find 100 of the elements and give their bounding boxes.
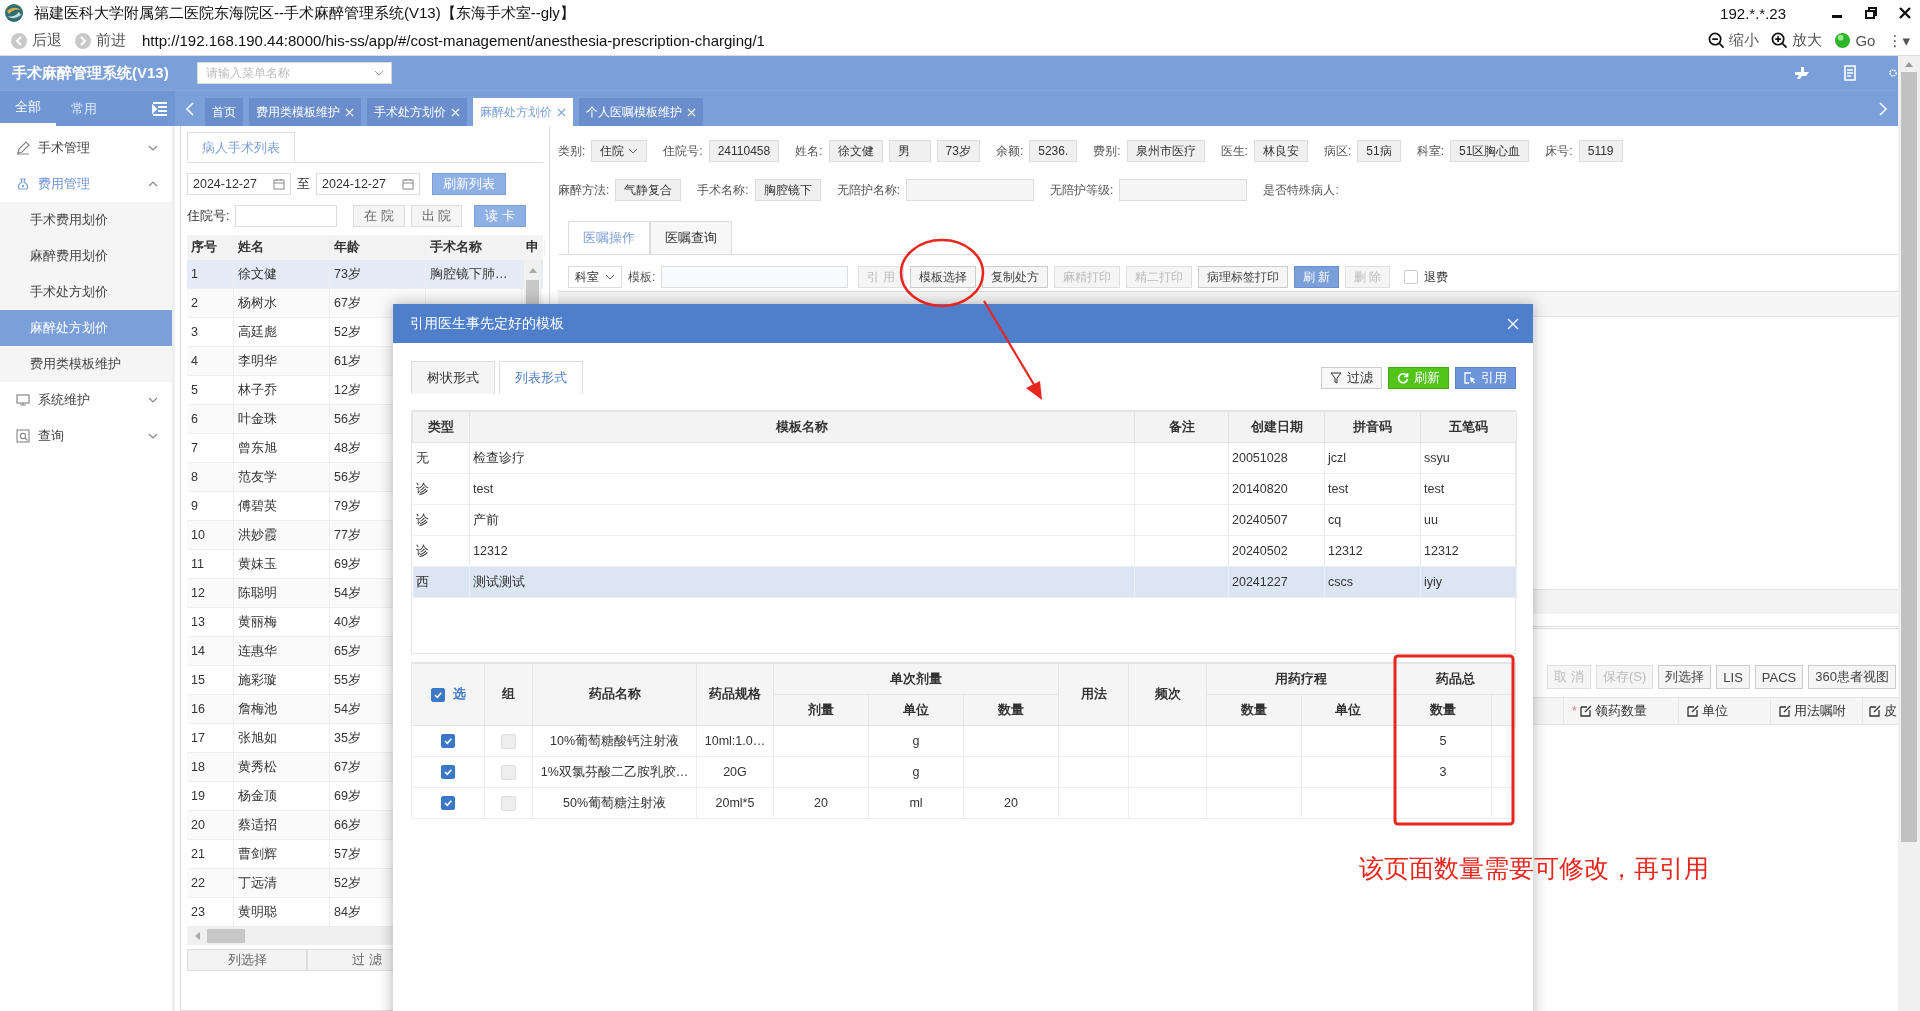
- table-cell: 杨金顶: [238, 787, 277, 805]
- sidebar-label: 系统维护: [38, 391, 91, 409]
- column-header: 药品规格: [709, 687, 761, 701]
- column-header: 皮: [1884, 702, 1897, 720]
- field-value: 泉州市医疗: [1126, 140, 1205, 162]
- column-header: 姓名: [234, 239, 330, 256]
- table-cell: 张旭如: [238, 729, 277, 747]
- column-header: 用法嘱咐: [1794, 702, 1846, 720]
- table-cell: 20140820: [1232, 482, 1288, 496]
- table-cell: 黄秀松: [238, 758, 277, 776]
- table-cell: iyiy: [1424, 575, 1443, 589]
- field-label: 无陪护等级:: [1050, 181, 1114, 199]
- table-cell: cq: [1328, 513, 1342, 527]
- column-group-header: 用药疗程: [1274, 671, 1327, 686]
- window-title: 福建医科大学附属第二医院东海院区--手术麻醉管理系统(V13)【东海手术室--gly】: [34, 3, 575, 23]
- field-value: 51病: [1357, 140, 1401, 162]
- table-cell: 3: [1439, 765, 1447, 779]
- field-label: 余额:: [995, 142, 1024, 160]
- column-header: 用法: [1080, 687, 1107, 701]
- table-cell: 48岁: [334, 439, 361, 457]
- checkbox-label: 退费: [1424, 268, 1449, 286]
- table-cell: 67岁: [334, 758, 361, 776]
- column-header: 单位: [903, 702, 929, 717]
- field-label: 费别:: [1093, 142, 1121, 160]
- table-cell: test: [1424, 482, 1445, 496]
- table-cell: 69岁: [334, 555, 361, 573]
- column-header: 年龄: [330, 239, 426, 256]
- template-label: 模板:: [628, 268, 656, 286]
- table-cell: g: [912, 734, 920, 748]
- field-label: 无陪护名称:: [836, 181, 901, 199]
- table-cell: 范友学: [238, 468, 277, 486]
- field-value: 24110458: [708, 140, 780, 162]
- column-header: 药品名称: [588, 687, 641, 701]
- table-cell: 54岁: [334, 700, 361, 718]
- sidebar-label: 查询: [38, 427, 65, 445]
- table-cell: 20051028: [1232, 451, 1288, 465]
- field-label: 住院号:: [663, 142, 703, 160]
- field-label: 床号:: [1545, 142, 1573, 160]
- table-cell: 13: [191, 615, 205, 629]
- table-cell: 7: [191, 441, 198, 455]
- table-cell: 10ml:1.0…: [704, 734, 766, 748]
- table-cell: 2: [191, 296, 198, 310]
- table-cell: 黄妹玉: [238, 555, 277, 573]
- field-label: 类别:: [558, 142, 586, 160]
- column-header: 申: [522, 239, 545, 256]
- field-value: 5119: [1578, 140, 1623, 162]
- table-cell: 詹梅池: [238, 700, 277, 718]
- field-value: 徐文健: [828, 140, 883, 162]
- table-cell: 无: [415, 450, 429, 465]
- field-value: 林良安: [1253, 140, 1308, 162]
- table-cell: 5: [191, 383, 198, 397]
- table-cell: 73岁: [334, 265, 361, 283]
- column-header: 数量: [998, 702, 1024, 717]
- table-cell: test: [1328, 482, 1349, 496]
- column-header: 备注: [1134, 411, 1229, 443]
- column-header: 数量: [1241, 702, 1267, 717]
- table-cell: 黄丽梅: [238, 613, 277, 631]
- table-cell: 12312: [1328, 544, 1363, 558]
- table-cell: 12312: [1424, 544, 1459, 558]
- table-cell: 77岁: [334, 526, 361, 544]
- table-cell: 11: [191, 557, 204, 571]
- table-cell: 杨树水: [238, 294, 277, 312]
- table-cell: 20240507: [1232, 513, 1288, 527]
- sidebar-label: 手术管理: [38, 139, 91, 157]
- table-cell: 3: [191, 325, 198, 339]
- column-group-header: 药品总: [1435, 671, 1475, 686]
- table-cell: jczl: [1328, 451, 1347, 465]
- table-cell: 检查诊疗: [473, 450, 525, 465]
- table-cell: 20ml*5: [715, 796, 755, 810]
- table-cell: 67岁: [334, 294, 361, 312]
- field-value: 73岁: [936, 140, 980, 162]
- table-cell: 22: [191, 876, 205, 890]
- column-header: 创建日期: [1228, 411, 1325, 443]
- table-cell: 84岁: [334, 903, 361, 921]
- table-cell: g: [912, 765, 920, 779]
- field-label: 麻醉方法:: [558, 181, 610, 199]
- date-separator: 至: [297, 175, 310, 193]
- table-cell: 10: [191, 528, 205, 542]
- table-cell: 傅碧英: [238, 497, 277, 515]
- table-cell: 曾东旭: [238, 439, 277, 457]
- column-header: 单位: [1335, 702, 1361, 717]
- table-cell: 15: [191, 673, 205, 687]
- column-header: 单位: [1702, 702, 1728, 720]
- table-cell: 徐文健: [238, 265, 277, 283]
- field-label: 病区:: [1323, 142, 1352, 160]
- table-cell: 20G: [723, 765, 747, 779]
- drug-name: 1%双氯芬酸二乙胺乳胶…: [540, 764, 689, 779]
- annotation-note: 该页面数量需要可修改，再引用: [1359, 853, 1709, 884]
- table-cell: 12: [191, 586, 205, 600]
- table-cell: 54岁: [334, 584, 361, 602]
- column-group-header: 单次剂量: [890, 671, 942, 686]
- table-cell: 56岁: [334, 468, 361, 486]
- field-value: 51区胸心血: [1450, 140, 1530, 162]
- table-cell: 4: [191, 354, 198, 368]
- field-label: 医生:: [1220, 142, 1248, 160]
- table-cell: 52岁: [334, 874, 361, 892]
- column-header: 手术名称: [426, 239, 522, 256]
- table-cell: 曹剑辉: [238, 845, 277, 863]
- table-cell: 16: [191, 702, 205, 716]
- table-cell: 黄明聪: [238, 903, 277, 921]
